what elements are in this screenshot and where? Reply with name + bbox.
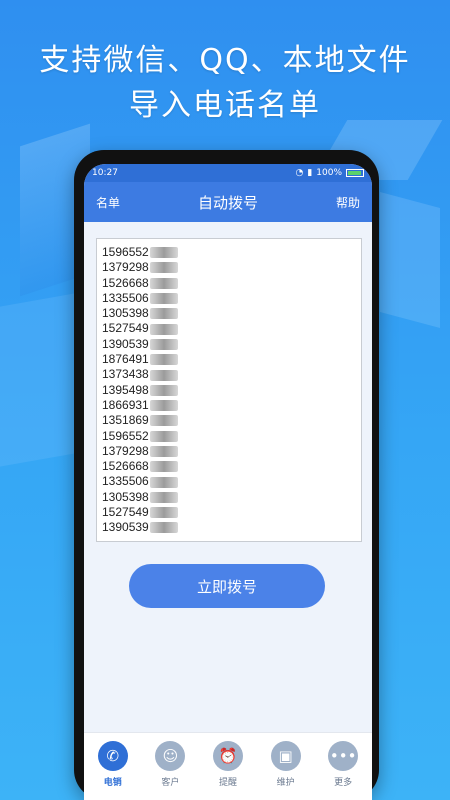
list-item[interactable]: 1373438 — [102, 367, 356, 382]
alarm-clock-icon: ⏰ — [212, 741, 243, 771]
phone-number-prefix: 1373438 — [102, 367, 149, 382]
help-button[interactable]: 帮助 — [336, 194, 360, 211]
background-decoration — [380, 191, 440, 329]
list-item[interactable]: 1876491 — [102, 352, 356, 367]
phone-number-list[interactable]: 1596552 1379298 1526668 1335506 1305398 15275… — [96, 238, 362, 542]
redacted-digits — [149, 308, 178, 320]
promo-headline-line2: 导入电话名单 — [129, 88, 321, 123]
phone-number-prefix: 1527549 — [102, 505, 149, 520]
tab-maintenance[interactable]: ▣ 维护 — [261, 741, 311, 788]
wifi-icon: ◔ — [295, 168, 304, 178]
promo-headline-line1: 支持微信、QQ、本地文件 — [39, 43, 411, 78]
phone-number-prefix: 1526668 — [102, 275, 149, 290]
list-item[interactable]: 1351869 — [102, 413, 356, 428]
redacted-digits — [149, 446, 178, 457]
phone-number-prefix: 1395498 — [102, 382, 149, 397]
redacted-digits — [149, 491, 178, 503]
redacted-digits — [149, 400, 178, 412]
person-icon: ☺ — [155, 741, 186, 771]
redacted-digits — [149, 430, 178, 442]
background-decoration — [0, 293, 75, 467]
list-button[interactable]: 名单 — [96, 194, 120, 211]
list-item[interactable]: 1335506 — [102, 291, 356, 306]
list-item[interactable]: 1390539 — [102, 520, 356, 535]
battery-percent: 100% — [316, 168, 342, 178]
list-item[interactable]: 1305398 — [102, 490, 356, 505]
phone-number-prefix: 1596552 — [102, 245, 149, 259]
phone-number-prefix: 1866931 — [102, 397, 149, 412]
redacted-digits — [149, 323, 178, 335]
redacted-digits — [149, 354, 178, 366]
tab-more[interactable]: ••• 更多 — [318, 741, 368, 788]
tab-reminders[interactable]: ⏰ 提醒 — [203, 741, 253, 788]
list-item[interactable]: 1596552 — [102, 245, 356, 260]
phone-number-prefix: 1335506 — [102, 290, 149, 305]
gift-icon: ▣ — [270, 741, 301, 771]
list-item[interactable]: 1395498 — [102, 383, 356, 398]
phone-number-prefix: 1526668 — [102, 459, 149, 474]
list-item[interactable]: 1390539 — [102, 337, 356, 352]
list-item[interactable]: 1526668 — [102, 276, 356, 291]
list-item[interactable]: 1526668 — [102, 459, 356, 474]
redacted-digits — [149, 476, 178, 488]
list-item[interactable]: 1866931 — [102, 398, 356, 413]
page-title: 自动拨号 — [197, 193, 258, 212]
list-item[interactable]: 1379298 — [102, 260, 356, 275]
phone-number-prefix: 1527549 — [102, 321, 149, 336]
phone-number-prefix: 1379298 — [102, 443, 149, 458]
battery-icon — [346, 169, 364, 177]
list-item[interactable]: 1335506 — [102, 474, 356, 489]
list-item[interactable]: 1379298 — [102, 444, 356, 459]
redacted-digits — [149, 522, 178, 534]
list-item[interactable]: 1527549 — [102, 505, 356, 520]
phone-number-prefix: 1390539 — [102, 336, 149, 351]
phone-number-prefix: 1305398 — [102, 489, 149, 504]
redacted-digits — [149, 277, 178, 289]
list-item[interactable]: 1527549 — [102, 321, 356, 336]
phone-number-prefix: 1305398 — [102, 306, 149, 321]
phone-number-prefix: 1390539 — [102, 520, 149, 535]
redacted-digits — [149, 415, 178, 427]
redacted-digits — [149, 338, 178, 350]
tab-customers[interactable]: ☺ 客户 — [145, 741, 195, 788]
status-time: 10:27 — [92, 168, 118, 178]
list-item[interactable]: 1596552 — [102, 429, 356, 444]
signal-icon: ▮ — [307, 168, 313, 178]
phone-number-prefix: 1335506 — [102, 474, 149, 489]
tab-sales[interactable]: ✆ 电销 — [88, 741, 138, 788]
phone-number-prefix: 1596552 — [102, 428, 149, 443]
app-title-bar: 名单 自动拨号 帮助 — [84, 182, 372, 222]
redacted-digits — [149, 384, 178, 396]
phone-number-prefix: 1379298 — [102, 260, 149, 275]
phone-icon: ✆ — [97, 741, 128, 771]
redacted-digits — [149, 461, 178, 473]
more-dots-icon: ••• — [328, 741, 359, 771]
redacted-digits — [149, 293, 178, 305]
redacted-digits — [149, 369, 178, 381]
phone-number-prefix: 1876491 — [102, 352, 149, 367]
phone-number-prefix: 1351869 — [102, 413, 149, 428]
list-item[interactable]: 1305398 — [102, 306, 356, 321]
redacted-digits — [149, 262, 178, 274]
redacted-digits — [149, 507, 178, 519]
dial-now-button[interactable]: 立即拨号 — [129, 564, 325, 608]
redacted-digits — [149, 247, 178, 259]
phone-screen: 10:27 ◔ ▮ 100% 名单 自动拨号 帮助 1596552 1379298… — [84, 164, 372, 800]
bottom-tab-bar: ✆ 电销 ☺ 客户 ⏰ 提醒 ▣ 维护 ••• 更多 — [84, 732, 372, 800]
status-bar: 10:27 ◔ ▮ 100% — [84, 164, 372, 182]
